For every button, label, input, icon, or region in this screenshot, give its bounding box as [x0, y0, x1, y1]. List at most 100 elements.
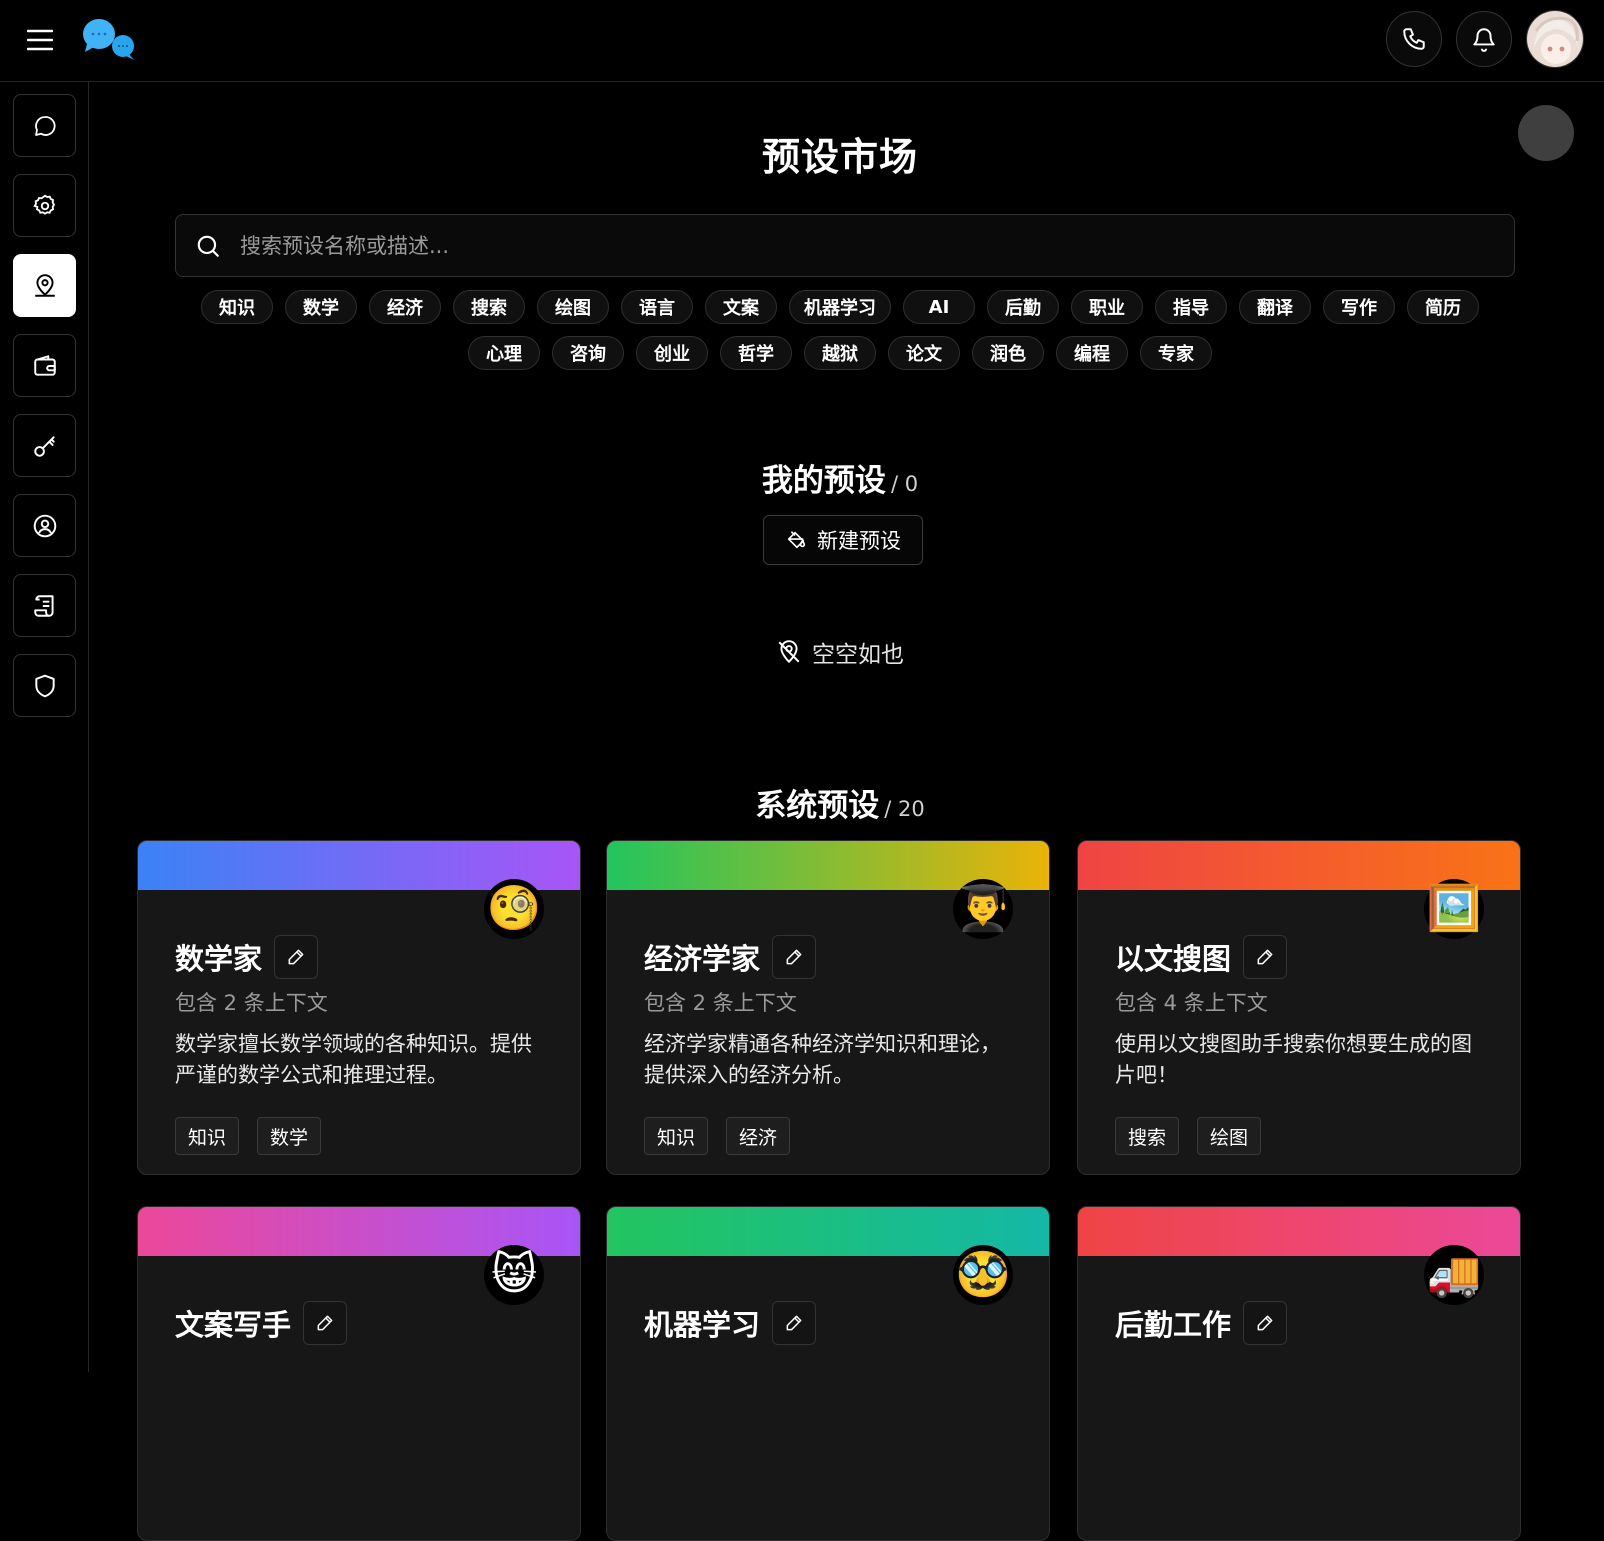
sidebar-item-settings[interactable]: [13, 174, 76, 237]
edit-pencil-icon[interactable]: [1243, 935, 1288, 979]
tag-chip[interactable]: 知识: [201, 290, 273, 324]
my-presets-title: 我的预设: [761, 463, 886, 499]
card-tag[interactable]: 绘图: [1197, 1117, 1262, 1155]
preset-card[interactable]: 🥸 机器学习: [606, 1206, 1050, 1541]
card-title: 以文搜图: [1115, 942, 1232, 976]
user-circle-icon: [33, 514, 56, 537]
card-description: 使用以文搜图助手搜索你想要生成的图片吧！: [1115, 1032, 1472, 1087]
card-title: 数学家: [175, 942, 263, 976]
card-emoji-avatar: 🖼️: [1424, 879, 1484, 939]
tag-filter-row-1: 知识 数学 经济 搜索 绘图 语言 文案 机器学习 AI 后勤 职业 指导 翻译 写作 简历: [90, 290, 1590, 324]
sidebar-item-chat[interactable]: [13, 94, 76, 157]
edit-pencil-icon[interactable]: [1243, 1301, 1288, 1345]
card-description: 经济学家精通各种经济学知识和理论，提供深入的经济分析。: [644, 1032, 1001, 1087]
tag-chip[interactable]: 专家: [1140, 336, 1212, 370]
tag-chip[interactable]: 指导: [1155, 290, 1227, 324]
tag-chip[interactable]: 写作: [1323, 290, 1395, 324]
edit-pencil-icon[interactable]: [303, 1301, 348, 1345]
edit-pencil-icon[interactable]: [772, 1301, 817, 1345]
tag-chip[interactable]: 语言: [621, 290, 693, 324]
card-tag[interactable]: 数学: [257, 1117, 322, 1155]
tag-chip[interactable]: AI: [903, 290, 975, 324]
card-title: 机器学习: [644, 1308, 761, 1342]
key-icon: [33, 435, 55, 457]
card-description: 数学家擅长数学领域的各种知识。提供严谨的数学公式和推理过程。: [175, 1032, 532, 1087]
system-presets-count: / 20: [884, 797, 925, 821]
tag-chip[interactable]: 心理: [468, 336, 540, 370]
preset-card[interactable]: 🧐 数学家包含 2 条上下文数学家擅长数学领域的各种知识。提供严谨的数学公式和推理…: [137, 840, 581, 1175]
preset-card[interactable]: 🖼️ 以文搜图包含 4 条上下文使用以文搜图助手搜索你想要生成的图片吧！ 搜索 绘图: [1077, 840, 1521, 1175]
phone-icon: [1403, 28, 1425, 50]
card-title: 文案写手: [175, 1308, 292, 1342]
sidebar-item-wallet[interactable]: [13, 334, 76, 397]
app-logo[interactable]: [82, 16, 142, 62]
search-icon: [176, 233, 240, 259]
tag-chip[interactable]: 绘图: [537, 290, 609, 324]
edit-pencil-icon[interactable]: [274, 935, 319, 979]
card-tag[interactable]: 搜索: [1115, 1117, 1180, 1155]
tag-chip[interactable]: 经济: [369, 290, 441, 324]
top-bar: [0, 0, 1604, 82]
tag-chip[interactable]: 编程: [1056, 336, 1128, 370]
phone-button[interactable]: [1386, 11, 1442, 67]
tag-chip[interactable]: 简历: [1407, 290, 1479, 324]
chat-bubble-icon: [34, 115, 56, 136]
tag-chip[interactable]: 文案: [705, 290, 777, 324]
tag-chip[interactable]: 职业: [1071, 290, 1143, 324]
tag-chip[interactable]: 哲学: [720, 336, 792, 370]
card-tag[interactable]: 经济: [726, 1117, 791, 1155]
card-emoji-avatar: 🥸: [953, 1245, 1013, 1305]
paint-bucket-icon: [787, 531, 806, 549]
search-input[interactable]: [240, 215, 1514, 276]
sidebar-item-presets[interactable]: [13, 254, 76, 317]
sidebar: [0, 82, 89, 1372]
tag-filter-row-2: 心理 咨询 创业 哲学 越狱 论文 润色 编程 专家: [90, 336, 1590, 370]
card-emoji-avatar: 🚚: [1424, 1245, 1484, 1305]
card-context-count: 包含 2 条上下文: [175, 991, 328, 1015]
gear-icon: [32, 194, 55, 215]
card-tag[interactable]: 知识: [175, 1117, 240, 1155]
tag-chip[interactable]: 后勤: [987, 290, 1059, 324]
notifications-button[interactable]: [1456, 11, 1512, 67]
tag-chip[interactable]: 越狱: [804, 336, 876, 370]
system-presets-heading: 系统预设 / 20: [90, 780, 1590, 825]
my-presets-heading: 我的预设 / 0: [90, 455, 1590, 500]
card-tag[interactable]: 知识: [644, 1117, 709, 1155]
sidebar-item-profile[interactable]: [13, 494, 76, 557]
card-emoji-avatar: 🧐: [484, 879, 544, 939]
preset-card[interactable]: 😸 文案写手: [137, 1206, 581, 1541]
empty-state-text: 空空如也: [812, 642, 904, 668]
new-preset-button[interactable]: 新建预设: [763, 515, 923, 565]
sidebar-item-security[interactable]: [13, 654, 76, 717]
tag-chip[interactable]: 咨询: [552, 336, 624, 370]
tag-chip[interactable]: 数学: [285, 290, 357, 324]
system-presets-title: 系统预设: [755, 788, 880, 824]
user-avatar[interactable]: [1526, 10, 1584, 68]
tag-chip[interactable]: 搜索: [453, 290, 525, 324]
edit-pencil-icon[interactable]: [772, 935, 817, 979]
search-bar[interactable]: [175, 214, 1515, 277]
empty-state: 空空如也: [90, 635, 1590, 669]
card-emoji-avatar: 😸: [484, 1245, 544, 1305]
wallet-icon: [33, 354, 56, 376]
tag-chip[interactable]: 论文: [888, 336, 960, 370]
hamburger-icon[interactable]: [22, 22, 58, 58]
tag-chip[interactable]: 创业: [636, 336, 708, 370]
tag-chip[interactable]: 机器学习: [789, 290, 891, 324]
tag-chip[interactable]: 润色: [972, 336, 1044, 370]
page-title: 预设市场: [761, 135, 918, 179]
location-off-icon: [778, 640, 800, 663]
card-context-count: 包含 2 条上下文: [644, 991, 797, 1015]
my-presets-count: / 0: [890, 472, 919, 496]
shield-icon: [34, 674, 55, 697]
preset-card[interactable]: 👨‍🎓 经济学家包含 2 条上下文经济学家精通各种经济学知识和理论，提供深入的经济…: [606, 840, 1050, 1175]
scroll-icon: [33, 594, 54, 617]
preset-card[interactable]: 🚚 后勤工作: [1077, 1206, 1521, 1541]
sidebar-item-api-keys[interactable]: [13, 414, 76, 477]
card-emoji-avatar: 👨‍🎓: [953, 879, 1013, 939]
tag-chip[interactable]: 翻译: [1239, 290, 1311, 324]
sidebar-item-logs[interactable]: [13, 574, 76, 637]
map-pin-user-icon: [34, 273, 55, 297]
card-context-count: 包含 4 条上下文: [1115, 991, 1268, 1015]
card-title: 经济学家: [644, 942, 761, 976]
